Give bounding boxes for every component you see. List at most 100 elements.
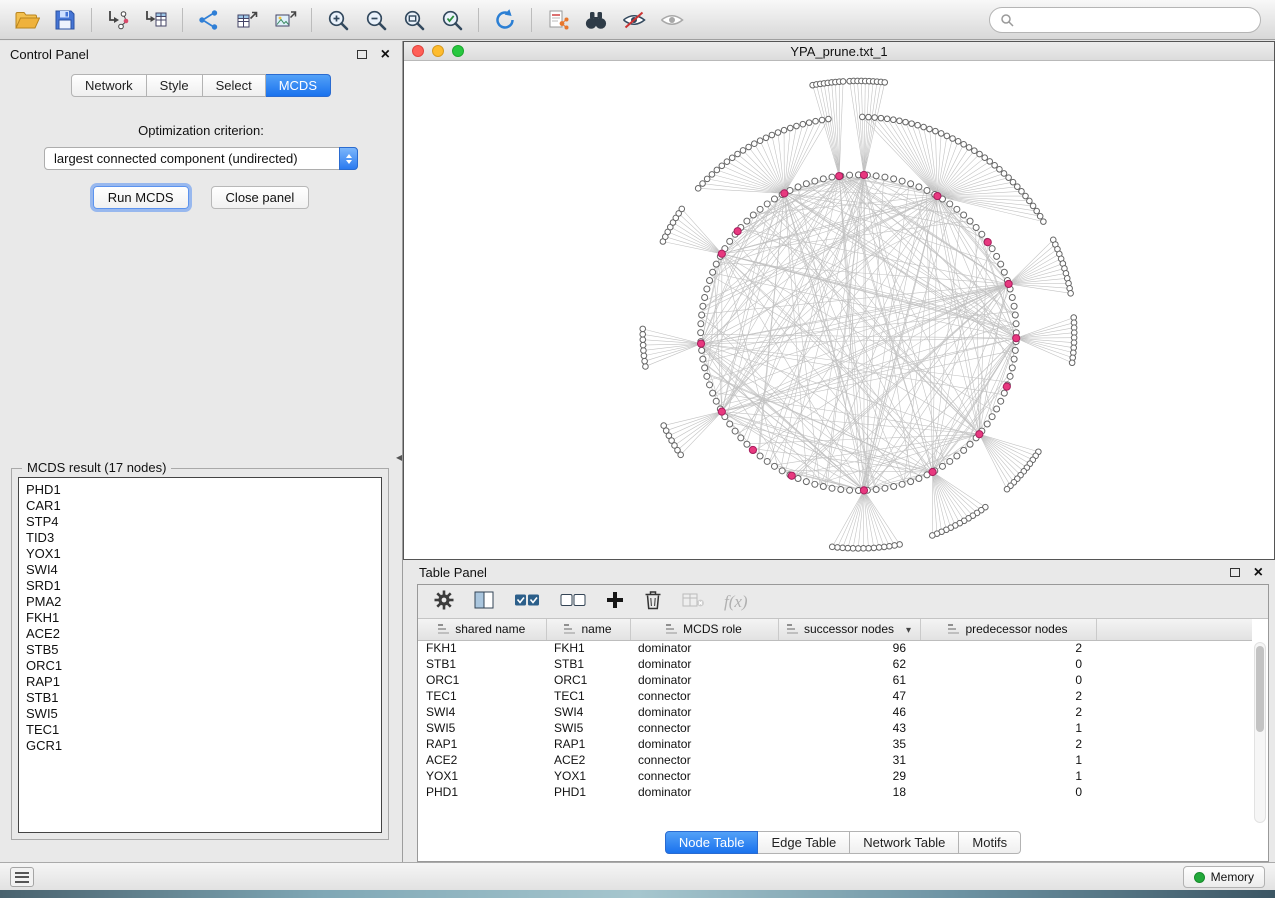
table-row-PHD1[interactable]: PHD1PHD1dominator180 [418, 784, 1252, 800]
network-node[interactable] [954, 453, 960, 459]
close-table-panel-icon[interactable]: × [1254, 567, 1263, 579]
mcds-result-item[interactable]: SRD1 [26, 578, 374, 594]
network-node[interactable] [873, 173, 879, 179]
network-node[interactable] [866, 114, 872, 120]
network-node[interactable] [1009, 365, 1015, 371]
mcds-result-item[interactable]: TID3 [26, 530, 374, 546]
find-button[interactable] [577, 4, 615, 36]
network-node[interactable] [699, 312, 705, 318]
mcds-result-item[interactable]: GCR1 [26, 738, 374, 754]
network-node[interactable] [884, 116, 890, 122]
network-node[interactable] [795, 476, 801, 482]
network-node[interactable] [887, 543, 893, 549]
export-image-button[interactable] [266, 4, 304, 36]
network-node[interactable] [899, 481, 905, 487]
network-node[interactable] [707, 278, 713, 284]
network-node[interactable] [899, 178, 905, 184]
network-node[interactable] [820, 176, 826, 182]
network-canvas[interactable] [404, 61, 1274, 559]
mcds-result-item[interactable]: SWI4 [26, 562, 374, 578]
network-node[interactable] [847, 172, 853, 178]
network-node[interactable] [929, 533, 935, 539]
network-node[interactable] [1011, 356, 1017, 362]
network-node[interactable] [775, 130, 781, 136]
network-node[interactable] [700, 303, 706, 309]
network-node[interactable] [998, 398, 1004, 404]
network-node[interactable] [812, 178, 818, 184]
export-table-button[interactable] [228, 4, 266, 36]
network-node[interactable] [757, 453, 763, 459]
network-node[interactable] [972, 148, 978, 154]
network-node[interactable] [878, 115, 884, 121]
network-node[interactable] [961, 142, 967, 148]
column-header-shared-name[interactable]: shared name [418, 619, 546, 640]
network-node[interactable] [1019, 189, 1025, 195]
table-mode-button[interactable] [434, 590, 454, 613]
network-node[interactable] [891, 484, 897, 490]
mcds-result-item[interactable]: STB5 [26, 642, 374, 658]
network-node[interactable] [840, 79, 846, 85]
network-node[interactable] [944, 133, 950, 139]
network-node[interactable] [699, 347, 705, 353]
network-node[interactable] [642, 358, 648, 364]
network-node[interactable] [727, 238, 733, 244]
network-node[interactable] [803, 479, 809, 485]
network-node[interactable] [994, 253, 1000, 259]
tab-mcds[interactable]: MCDS [266, 74, 331, 97]
mcds-node-ACE2[interactable] [860, 487, 867, 494]
network-node[interactable] [709, 172, 715, 178]
network-node[interactable] [939, 463, 945, 469]
network-node[interactable] [704, 373, 710, 379]
network-node[interactable] [820, 484, 826, 490]
network-node[interactable] [781, 127, 787, 133]
tab-node-table[interactable]: Node Table [665, 831, 759, 854]
run-mcds-button[interactable]: Run MCDS [93, 186, 189, 209]
mcds-node-STB5[interactable] [718, 250, 725, 257]
network-node[interactable] [698, 330, 704, 336]
network-node[interactable] [713, 398, 719, 404]
network-node[interactable] [769, 132, 775, 138]
network-node[interactable] [938, 131, 944, 137]
network-node[interactable] [771, 463, 777, 469]
network-node[interactable] [735, 151, 741, 157]
network-node[interactable] [746, 144, 752, 150]
network-node[interactable] [967, 218, 973, 224]
network-node[interactable] [847, 487, 853, 493]
network-node[interactable] [1004, 486, 1010, 492]
network-node[interactable] [806, 120, 812, 126]
network-node[interactable] [641, 353, 647, 359]
network-node[interactable] [872, 115, 878, 121]
zoom-in-button[interactable] [319, 4, 357, 36]
network-node[interactable] [871, 545, 877, 551]
optimization-dropdown[interactable]: largest connected component (undirected) [44, 147, 358, 170]
network-node[interactable] [977, 151, 983, 157]
zoom-selected-button[interactable] [433, 4, 471, 36]
network-node[interactable] [702, 295, 708, 301]
apply-layout-button[interactable] [486, 4, 524, 36]
add-row-button[interactable] [606, 591, 624, 612]
network-node[interactable] [719, 163, 725, 169]
network-node[interactable] [750, 212, 756, 218]
network-node[interactable] [803, 181, 809, 187]
table-row-STB1[interactable]: STB1STB1dominator620 [418, 656, 1252, 672]
network-node[interactable] [744, 441, 750, 447]
delete-row-button[interactable] [644, 590, 662, 613]
table-row-TEC1[interactable]: TEC1TEC1connector472 [418, 688, 1252, 704]
mcds-node-YOX1[interactable] [976, 431, 983, 438]
mcds-node-TEC1[interactable] [836, 172, 843, 179]
network-node[interactable] [1001, 269, 1007, 275]
network-node[interactable] [787, 125, 793, 131]
network-window-titlebar[interactable]: YPA_prune.txt_1 [404, 42, 1274, 61]
network-node[interactable] [661, 423, 667, 429]
function-builder-button[interactable]: f(x) [724, 592, 748, 612]
network-node[interactable] [908, 479, 914, 485]
network-node[interactable] [757, 138, 763, 144]
select-all-button[interactable] [514, 591, 540, 612]
mcds-node-RAP1[interactable] [929, 468, 936, 475]
network-node[interactable] [982, 155, 988, 161]
network-node[interactable] [744, 218, 750, 224]
table-row-RAP1[interactable]: RAP1RAP1dominator352 [418, 736, 1252, 752]
network-node[interactable] [829, 485, 835, 491]
network-node[interactable] [1012, 347, 1018, 353]
network-view[interactable] [404, 61, 1274, 559]
